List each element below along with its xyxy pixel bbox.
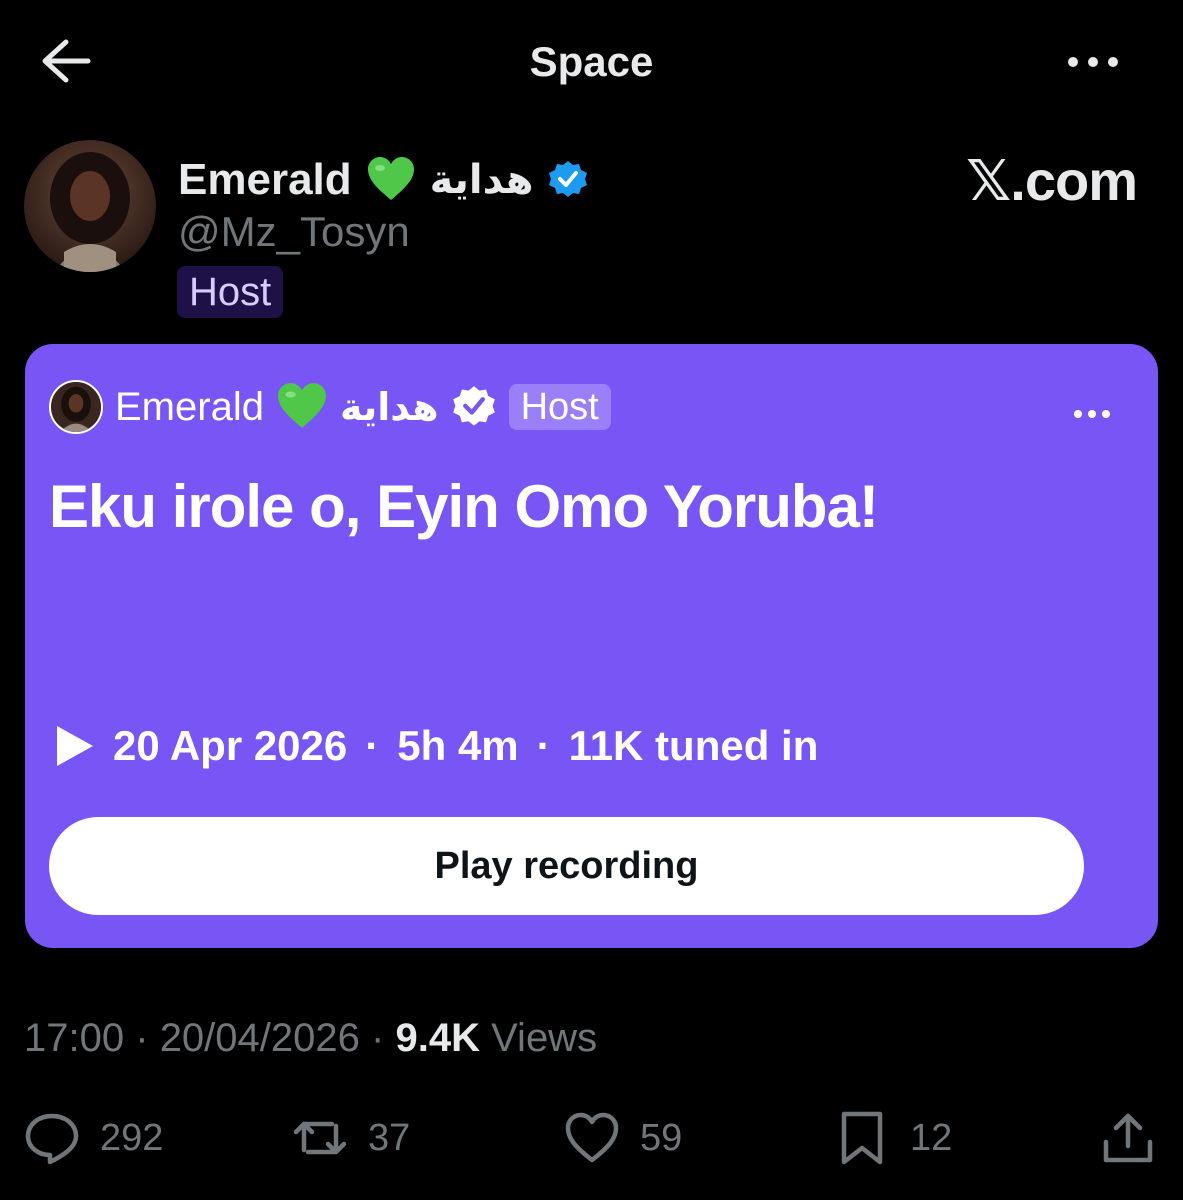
share-button[interactable] xyxy=(1100,1106,1156,1170)
more-button[interactable] xyxy=(1063,50,1123,74)
repost-button[interactable]: 37 xyxy=(292,1106,410,1170)
green-heart-icon xyxy=(278,383,326,428)
bookmark-icon xyxy=(841,1111,883,1165)
green-heart-icon xyxy=(367,157,414,200)
heart-icon xyxy=(565,1112,619,1163)
post-time: 17:00 xyxy=(24,1016,125,1060)
card-host-avatar[interactable] xyxy=(49,380,103,434)
space-page: Space Emerald هداية @Mz_Tosyn Host 𝕏.com… xyxy=(0,0,1183,1200)
action-bar: 292 37 59 12 xyxy=(24,1106,1164,1170)
card-header: Emerald هداية Host xyxy=(49,380,611,434)
page-title: Space xyxy=(529,38,654,85)
avatar-image xyxy=(51,382,101,432)
play-icon xyxy=(57,726,93,766)
host-name[interactable]: Emerald xyxy=(178,155,352,205)
bookmark-button[interactable]: 12 xyxy=(834,1106,952,1170)
avatar-image xyxy=(24,140,156,272)
space-card[interactable]: Emerald هداية Host Eku irole o, Eyin Omo… xyxy=(25,344,1158,948)
like-button[interactable]: 59 xyxy=(564,1106,682,1170)
like-count: 59 xyxy=(640,1116,683,1159)
bookmark-count: 12 xyxy=(910,1116,953,1159)
x-watermark: 𝕏.com xyxy=(966,149,1138,212)
meta-separator: · xyxy=(365,722,380,769)
views-count[interactable]: 9.4K xyxy=(395,1016,480,1060)
host-avatar[interactable] xyxy=(24,140,156,272)
card-host-badge: Host xyxy=(508,384,611,430)
more-horizontal-icon xyxy=(1074,410,1110,418)
meta-separator: · xyxy=(536,722,551,769)
space-listeners: 11K tuned in xyxy=(568,722,819,769)
host-role-badge: Host xyxy=(177,266,284,318)
reply-count: 292 xyxy=(100,1116,164,1159)
share-icon xyxy=(1103,1113,1153,1163)
post-timestamp: 17:00 · 20/04/2026 · 9.4K Views xyxy=(24,1016,597,1066)
meta-separator: · xyxy=(135,1016,149,1060)
reply-icon xyxy=(25,1113,79,1165)
space-duration: 5h 4m xyxy=(397,722,519,769)
card-host-arabic-name: هداية xyxy=(339,386,439,429)
more-horizontal-icon xyxy=(1068,57,1118,67)
host-arabic-name: هداية xyxy=(429,158,534,202)
space-meta: 20 Apr 2026 · 5h 4m · 11K tuned in xyxy=(55,718,818,774)
card-host-name: Emerald xyxy=(115,384,264,429)
verified-badge-icon xyxy=(549,161,588,197)
verified-badge-icon xyxy=(452,386,495,426)
space-title: Eku irole o, Eyin Omo Yoruba! xyxy=(49,473,879,540)
play-recording-button[interactable]: Play recording xyxy=(49,817,1084,915)
repost-icon xyxy=(293,1121,347,1155)
reply-button[interactable]: 292 xyxy=(24,1106,163,1170)
post-date: 20/04/2026 xyxy=(159,1016,360,1060)
meta-separator: · xyxy=(371,1016,385,1060)
views-label: Views xyxy=(491,1016,598,1060)
card-more-button[interactable] xyxy=(1072,406,1112,422)
host-name-row: Emerald هداية xyxy=(178,150,589,210)
host-handle[interactable]: @Mz_Tosyn xyxy=(178,208,410,256)
space-date: 20 Apr 2026 xyxy=(113,722,348,769)
top-bar: Space xyxy=(0,0,1183,120)
repost-count: 37 xyxy=(368,1116,411,1159)
